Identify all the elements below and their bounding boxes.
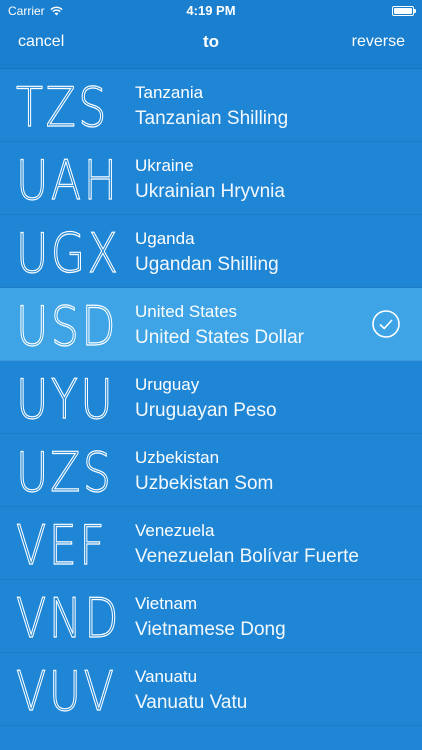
currency-code: VUV [16, 660, 117, 723]
currency-name: Tanzanian Shilling [135, 108, 289, 129]
country-name: Uganda [135, 229, 195, 248]
currency-row[interactable]: VND Vietnam Vietnamese Dong [0, 580, 422, 653]
navigation-bar: cancel to reverse [0, 22, 422, 69]
country-name: Uzbekistan [135, 448, 220, 467]
currency-row[interactable]: TZS Tanzania Tanzanian Shilling [0, 69, 422, 142]
country-name: Tanzania [135, 83, 204, 102]
country-name: Venezuela [135, 521, 215, 540]
currency-code: TZS [16, 76, 109, 139]
currency-code: UYU [16, 368, 116, 431]
currency-name: Ugandan Shilling [135, 254, 279, 275]
currency-name: United States Dollar [135, 327, 304, 348]
country-name: United States [135, 302, 238, 321]
currency-name: Venezuelan Bolívar Fuerte [135, 546, 359, 567]
currency-row[interactable]: USD United States United States Dollar [0, 288, 422, 361]
currency-name: Vietnamese Dong [135, 619, 286, 640]
country-name: Uruguay [135, 375, 200, 394]
currency-name: Uzbekistan Som [135, 473, 274, 494]
currency-code: USD [16, 295, 119, 358]
currency-row[interactable]: UAH Ukraine Ukrainian Hryvnia [0, 142, 422, 215]
currency-row[interactable]: UZS Uzbekistan Uzbekistan Som [0, 434, 422, 507]
reverse-button[interactable]: reverse [352, 33, 405, 51]
country-name: Vietnam [135, 594, 198, 613]
currency-list: TZS Tanzania Tanzanian Shilling UAH Ukraine U… [0, 69, 422, 750]
currency-name: Uruguayan Peso [135, 400, 277, 421]
battery-icon [392, 6, 416, 16]
country-name: Ukraine [135, 156, 194, 175]
currency-code: VND [16, 587, 121, 650]
checkmark-icon [372, 310, 400, 338]
currency-row[interactable]: UYU Uruguay Uruguayan Peso [0, 361, 422, 434]
currency-code: VEF [16, 514, 108, 577]
currency-code: UGX [16, 222, 121, 285]
currency-name: Ukrainian Hryvnia [135, 181, 285, 202]
currency-row[interactable]: VEF Venezuela Venezuelan Bolívar Fuerte [0, 507, 422, 580]
status-bar: Carrier 4:19 PM [0, 0, 422, 22]
currency-code: UZS [16, 441, 114, 504]
status-time: 4:19 PM [186, 3, 236, 18]
currency-row[interactable]: UGX Uganda Ugandan Shilling [0, 215, 422, 288]
currency-code: UAH [16, 149, 120, 212]
country-name: Vanuatu [135, 667, 198, 686]
currency-row[interactable]: VUV Vanuatu Vanuatu Vatu [0, 653, 422, 726]
currency-name: Vanuatu Vatu [135, 692, 248, 713]
